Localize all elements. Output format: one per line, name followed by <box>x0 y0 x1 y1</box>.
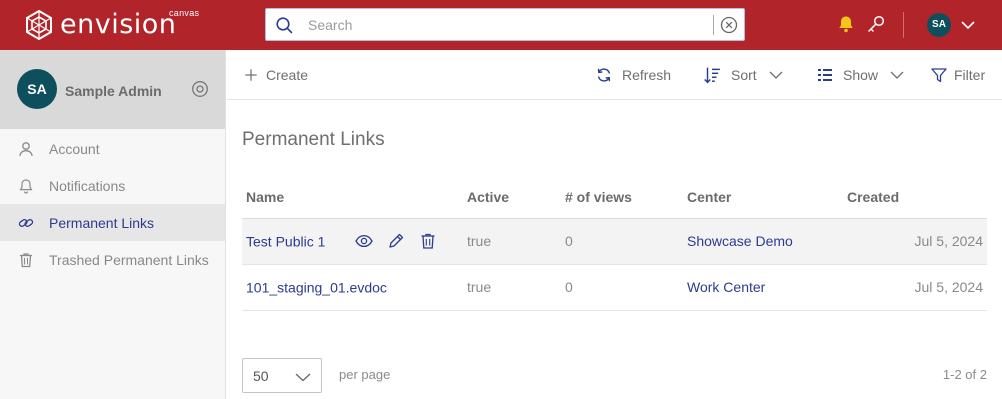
sidebar-nav: Account Notifications Permanent Links Tr… <box>0 130 225 278</box>
views-cell: 0 <box>561 264 683 311</box>
link-name-cell[interactable]: Test Public 1 <box>242 218 463 265</box>
key-icon[interactable] <box>866 14 886 34</box>
clear-search-icon[interactable] <box>720 16 738 34</box>
toolbar: Create Refresh Sort Show Filter <box>227 50 1002 100</box>
edit-pencil-icon[interactable] <box>387 232 405 250</box>
column-header-active[interactable]: Active <box>463 176 561 219</box>
sort-label: Sort <box>731 66 757 83</box>
user-avatar[interactable]: SA <box>927 13 951 37</box>
link-icon <box>18 218 34 227</box>
table-row[interactable]: 101_staging_01.evdoc true 0 Work Center … <box>242 264 987 311</box>
sort-button[interactable]: Sort <box>703 50 783 99</box>
brand-subtitle: canvas <box>169 8 200 18</box>
envision-logo[interactable]: envision canvas <box>24 8 200 41</box>
notification-bell-icon[interactable] <box>836 14 856 34</box>
per-page-value: 50 <box>253 368 269 384</box>
page-title: Permanent Links <box>242 129 385 150</box>
center-link[interactable]: Showcase Demo <box>683 218 843 265</box>
show-button[interactable]: Show <box>817 50 904 99</box>
sidebar-item-label: Account <box>49 140 100 157</box>
top-header: envision canvas SA <box>0 0 1002 50</box>
column-header-views[interactable]: # of views <box>561 176 683 219</box>
per-page-select[interactable]: 50 <box>242 358 322 393</box>
view-eye-icon[interactable] <box>355 232 374 250</box>
profile-name: Sample Admin <box>65 83 162 99</box>
chevron-down-icon[interactable] <box>960 18 976 32</box>
sidebar-item-account[interactable]: Account <box>0 130 225 167</box>
search-icon[interactable] <box>275 16 293 34</box>
created-cell: Jul 5, 2024 <box>843 218 987 265</box>
active-cell: true <box>463 264 561 311</box>
filter-icon <box>931 67 947 82</box>
link-name[interactable]: Test Public 1 <box>246 233 325 249</box>
envision-logo-icon <box>26 10 52 40</box>
bell-icon <box>19 178 33 194</box>
column-header-center[interactable]: Center <box>683 176 843 219</box>
refresh-icon <box>597 67 611 82</box>
sort-icon <box>704 67 720 83</box>
permanent-links-table: Name Active # of views Center Created Te… <box>242 176 987 311</box>
sidebar-item-label: Notifications <box>49 177 126 194</box>
filter-label: Filter <box>954 66 986 83</box>
refresh-button[interactable]: Refresh <box>596 50 671 99</box>
refresh-label: Refresh <box>622 66 672 83</box>
profile-settings-icon[interactable] <box>191 80 209 98</box>
sidebar: SA Sample Admin Account Notifications Pe… <box>0 50 226 399</box>
chevron-down-icon <box>890 71 904 79</box>
sidebar-item-label: Trashed Permanent Links <box>49 251 209 268</box>
plus-icon <box>245 68 257 81</box>
link-name-cell[interactable]: 101_staging_01.evdoc <box>242 264 463 311</box>
create-label: Create <box>266 66 309 83</box>
column-header-name[interactable]: Name <box>242 176 463 219</box>
profile-panel: SA Sample Admin <box>0 50 225 129</box>
sidebar-item-label: Permanent Links <box>49 214 155 231</box>
chevron-down-icon <box>769 71 783 79</box>
column-header-created[interactable]: Created <box>843 176 987 219</box>
views-cell: 0 <box>561 218 683 265</box>
search-box <box>265 8 745 41</box>
trash-icon <box>20 252 32 267</box>
filter-button[interactable]: Filter <box>931 50 985 99</box>
list-view-icon <box>818 68 832 81</box>
active-cell: true <box>463 218 561 265</box>
per-page-label: per page <box>339 367 391 382</box>
sidebar-item-permanent-links[interactable]: Permanent Links <box>0 204 225 241</box>
header-divider <box>903 12 904 38</box>
center-link[interactable]: Work Center <box>683 264 843 311</box>
row-actions <box>355 232 437 250</box>
table-row[interactable]: Test Public 1 true 0 Showcase Demo Jul 5… <box>242 218 987 265</box>
search-input[interactable] <box>308 9 708 40</box>
search-divider <box>713 15 714 35</box>
brand-name: envision <box>60 9 177 40</box>
show-label: Show <box>843 66 879 83</box>
sidebar-item-trashed-permanent-links[interactable]: Trashed Permanent Links <box>0 241 225 278</box>
chevron-down-icon <box>295 373 311 382</box>
table-header-row: Name Active # of views Center Created <box>242 176 987 219</box>
pagination-range: 1-2 of 2 <box>942 367 987 382</box>
create-button[interactable]: Create <box>244 50 308 99</box>
profile-avatar: SA <box>17 69 57 109</box>
sidebar-item-notifications[interactable]: Notifications <box>0 167 225 204</box>
user-icon <box>19 141 33 156</box>
link-name[interactable]: 101_staging_01.evdoc <box>246 280 387 296</box>
created-cell: Jul 5, 2024 <box>843 264 987 311</box>
delete-trash-icon[interactable] <box>419 232 437 250</box>
